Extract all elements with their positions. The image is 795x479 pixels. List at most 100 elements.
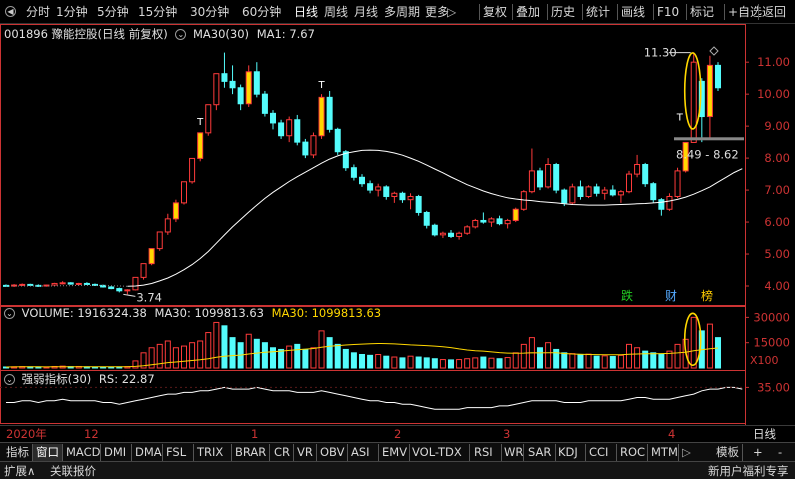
candle-body bbox=[488, 218, 495, 223]
low-leader bbox=[123, 293, 136, 297]
indicator-tab-16[interactable]: SAR bbox=[525, 444, 556, 461]
volume-bar bbox=[456, 359, 463, 369]
indicator-tab-17[interactable]: KDJ bbox=[555, 444, 586, 461]
tool-button-4[interactable]: 画线 bbox=[621, 3, 645, 21]
candle-body bbox=[714, 64, 722, 89]
candle-body bbox=[617, 191, 624, 196]
volume-bar bbox=[156, 343, 163, 369]
promo-link[interactable]: 新用户福利专享 bbox=[708, 463, 789, 479]
more-arrow-icon[interactable]: ▷ bbox=[447, 3, 456, 21]
template-button[interactable]: 模板 bbox=[713, 444, 743, 461]
tool-button-7[interactable]: +自选 bbox=[728, 3, 762, 21]
indicator-tab-3[interactable]: DMI bbox=[101, 444, 132, 461]
price-axis-label: 6.00 bbox=[764, 215, 790, 229]
indicator-tab-20[interactable]: MTM bbox=[648, 444, 679, 461]
ma30-line-early bbox=[6, 284, 128, 287]
volume-bar bbox=[302, 348, 309, 369]
volume-bar bbox=[488, 357, 495, 369]
indicator-tab-1[interactable]: 窗口 bbox=[33, 444, 63, 461]
period-tab-8[interactable]: 月线 bbox=[354, 3, 378, 21]
candle-body bbox=[269, 112, 277, 124]
candle-body bbox=[245, 71, 252, 105]
candle-body bbox=[132, 276, 139, 291]
candle-body bbox=[83, 282, 90, 285]
period-tab-0[interactable]: 分时 bbox=[26, 3, 50, 21]
indicator-tab-11[interactable]: ASI bbox=[348, 444, 379, 461]
tool-button-0[interactable]: 复权 bbox=[483, 3, 507, 21]
expand-button[interactable]: 扩展∧ bbox=[4, 463, 35, 479]
period-tab-2[interactable]: 5分钟 bbox=[97, 3, 129, 21]
period-tab-7[interactable]: 周线 bbox=[324, 3, 348, 21]
indicator-tab-2[interactable]: MACD bbox=[63, 444, 101, 461]
indicator-tab-19[interactable]: ROC bbox=[617, 444, 648, 461]
candle-body bbox=[261, 93, 268, 114]
candle-body bbox=[601, 189, 608, 194]
tool-button-6[interactable]: 标记 bbox=[690, 3, 714, 21]
zoom-out-button[interactable]: - bbox=[775, 444, 785, 461]
date-label-5: 4 bbox=[668, 427, 676, 441]
candle-body bbox=[585, 186, 592, 197]
indicator-tab-14[interactable]: RSI bbox=[471, 444, 502, 461]
indicator-tab-5[interactable]: FSL bbox=[163, 444, 194, 461]
related-quotes-button[interactable]: 关联报价 bbox=[50, 463, 96, 479]
candle-body bbox=[302, 141, 309, 156]
period-tab-5[interactable]: 60分钟 bbox=[242, 3, 281, 21]
indicator-tab-10[interactable]: OBV bbox=[317, 444, 348, 461]
candle-body bbox=[156, 231, 163, 250]
indicator-tab-6[interactable]: TRIX bbox=[194, 444, 232, 461]
toolbar-separator bbox=[512, 4, 513, 20]
volume-bar bbox=[520, 343, 527, 369]
pane-frame-0 bbox=[0, 24, 746, 306]
candle-body bbox=[67, 282, 74, 285]
candle-body bbox=[456, 232, 463, 237]
back-arrow-icon[interactable]: ◀ bbox=[5, 6, 16, 17]
candle-body bbox=[229, 80, 236, 89]
date-label-2: 1 bbox=[251, 427, 259, 441]
volume-bar bbox=[569, 353, 576, 369]
period-tab-6[interactable]: 日线 bbox=[294, 3, 318, 21]
tabs-more-arrow-icon[interactable]: ▷ bbox=[679, 444, 694, 461]
volume-label: VOLUME: 1916324.38 bbox=[21, 306, 147, 320]
candle-body bbox=[447, 232, 455, 237]
volume-bar bbox=[205, 332, 212, 369]
tool-button-3[interactable]: 统计 bbox=[586, 3, 610, 21]
candle-body bbox=[164, 218, 171, 233]
indicator-tab-0[interactable]: 指标 bbox=[3, 444, 33, 461]
chart-area[interactable]: 11.00 10.00 9.00 8.00 7.00 6.00 5.00 4.00 30000 1… bbox=[0, 24, 795, 426]
period-tab-10[interactable]: 更多 bbox=[425, 3, 449, 21]
volume-bar bbox=[245, 333, 252, 369]
date-axis: 2020年 12 1 2 3 4 日线 bbox=[0, 425, 795, 442]
indicator-tab-15[interactable]: WR bbox=[501, 444, 524, 461]
rs-settings-icon[interactable]: ⌄ bbox=[4, 374, 15, 385]
indicator-tab-8[interactable]: CR bbox=[271, 444, 294, 461]
tool-button-2[interactable]: 历史 bbox=[551, 3, 575, 21]
candle-body bbox=[569, 186, 576, 204]
candle-body bbox=[318, 96, 325, 137]
indicator-tab-18[interactable]: CCI bbox=[586, 444, 617, 461]
indicator-tab-4[interactable]: DMA bbox=[132, 444, 163, 461]
period-tab-3[interactable]: 15分钟 bbox=[138, 3, 177, 21]
period-tab-9[interactable]: 多周期 bbox=[384, 3, 420, 21]
range-bar bbox=[674, 137, 744, 141]
rs-axis-label: 35.00 bbox=[757, 380, 790, 394]
zoom-in-button[interactable]: + bbox=[750, 444, 766, 461]
indicator-tab-9[interactable]: VR bbox=[294, 444, 317, 461]
tool-button-8[interactable]: 返回 bbox=[762, 3, 786, 21]
tool-button-5[interactable]: F10 bbox=[657, 3, 679, 21]
candle-body bbox=[415, 195, 422, 213]
volume-settings-icon[interactable]: ⌄ bbox=[4, 308, 15, 319]
volume-bar bbox=[415, 356, 422, 369]
candle-body bbox=[423, 211, 430, 226]
settings-icon[interactable]: ⌄ bbox=[175, 29, 187, 40]
date-label-4: 3 bbox=[503, 427, 511, 441]
volume-bar bbox=[286, 345, 293, 369]
period-tab-1[interactable]: 1分钟 bbox=[56, 3, 88, 21]
indicator-tab-12[interactable]: EMV bbox=[379, 444, 410, 461]
indicator-tab-13[interactable]: VOL-TDX bbox=[409, 444, 470, 461]
volume-bar bbox=[690, 316, 697, 369]
candle-body bbox=[464, 226, 471, 234]
indicator-tab-7[interactable]: BRAR bbox=[232, 444, 270, 461]
tool-button-1[interactable]: 叠加 bbox=[516, 3, 540, 21]
toolbar-separator bbox=[724, 4, 725, 20]
period-tab-4[interactable]: 30分钟 bbox=[190, 3, 229, 21]
